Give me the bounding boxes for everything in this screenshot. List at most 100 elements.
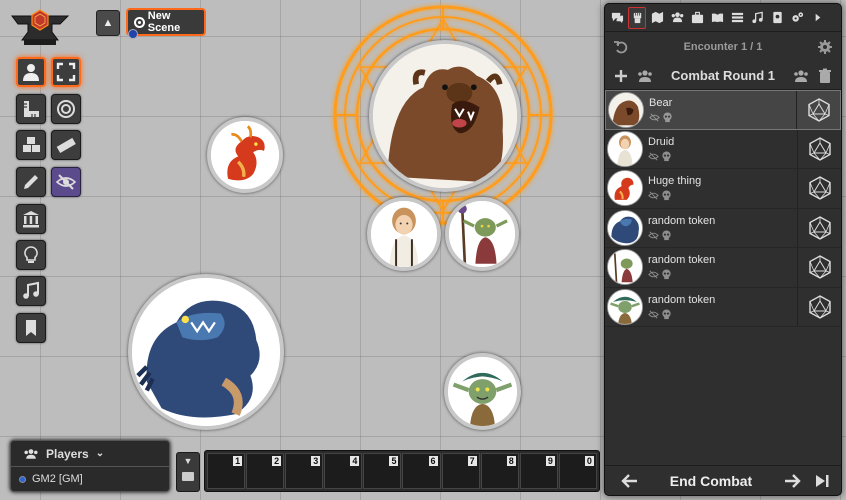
macro-slot[interactable]: 4 bbox=[324, 453, 363, 489]
tab-actors[interactable] bbox=[668, 7, 686, 29]
circle-template-button[interactable] bbox=[51, 94, 81, 124]
macro-slot[interactable]: 9 bbox=[519, 453, 558, 489]
roll-initiative-d20-icon[interactable] bbox=[796, 91, 840, 129]
token-controls-button[interactable] bbox=[16, 57, 46, 87]
caret-right-icon bbox=[815, 13, 820, 22]
th-list-icon bbox=[731, 12, 743, 23]
combatant-row[interactable]: Huge thing bbox=[605, 169, 841, 209]
ruler-tool-button[interactable] bbox=[51, 130, 81, 160]
notes-controls-button[interactable] bbox=[16, 313, 46, 343]
macro-slot[interactable]: 7 bbox=[441, 453, 480, 489]
combatant-portrait bbox=[607, 170, 643, 207]
macro-slot[interactable]: 3 bbox=[285, 453, 324, 489]
eye-slash-icon[interactable] bbox=[648, 230, 659, 241]
skull-icon[interactable] bbox=[661, 269, 672, 280]
undo-icon[interactable] bbox=[613, 39, 629, 55]
lighting-controls-button[interactable] bbox=[16, 240, 46, 270]
skull-icon[interactable] bbox=[661, 309, 672, 320]
drawing-controls-button[interactable] bbox=[16, 167, 46, 197]
tab-items[interactable] bbox=[688, 7, 706, 29]
folder-icon[interactable] bbox=[182, 472, 194, 481]
tab-journal[interactable] bbox=[708, 7, 726, 29]
comments-icon bbox=[611, 12, 623, 24]
select-tool-button[interactable] bbox=[51, 57, 81, 87]
players-list[interactable]: Players ⌄ GM2 [GM] bbox=[10, 440, 170, 492]
combatant-portrait bbox=[607, 288, 643, 325]
goblin-token[interactable] bbox=[444, 353, 521, 430]
plus-icon[interactable] bbox=[613, 68, 629, 84]
next-turn-button[interactable] bbox=[779, 468, 805, 494]
combatant-row[interactable]: Druid bbox=[605, 129, 841, 169]
eye-slash-icon[interactable] bbox=[649, 112, 660, 123]
macro-slot[interactable]: 5 bbox=[363, 453, 402, 489]
tab-combat[interactable] bbox=[628, 6, 646, 29]
roll-initiative-d20-icon[interactable] bbox=[797, 169, 841, 208]
huge-thing-token[interactable] bbox=[128, 274, 284, 430]
roll-initiative-d20-icon[interactable] bbox=[797, 129, 841, 168]
bookmark-icon bbox=[26, 320, 36, 336]
music-icon bbox=[23, 281, 39, 299]
macro-hotbar: 1 2 3 4 5 6 7 8 9 0 bbox=[204, 450, 600, 492]
end-combat-button[interactable]: End Combat bbox=[670, 473, 752, 489]
next-round-button[interactable] bbox=[809, 468, 835, 494]
eye-slash-icon[interactable] bbox=[648, 309, 659, 320]
tile-controls-button[interactable] bbox=[16, 130, 46, 160]
druid-token[interactable] bbox=[367, 197, 441, 271]
scene-tab-new-scene[interactable]: New Scene bbox=[126, 8, 206, 36]
users-cog-icon[interactable] bbox=[637, 68, 653, 84]
macro-slot[interactable]: 0 bbox=[558, 453, 597, 489]
combatant-row[interactable]: Bear bbox=[605, 90, 841, 130]
tab-scenes[interactable] bbox=[648, 7, 666, 29]
skull-icon[interactable] bbox=[662, 112, 673, 123]
players-title: Players bbox=[46, 446, 89, 461]
arrow-right-icon bbox=[784, 473, 801, 488]
combatant-row[interactable]: random token bbox=[605, 287, 841, 327]
gear-icon[interactable] bbox=[817, 39, 833, 55]
measurement-controls-button[interactable] bbox=[16, 94, 46, 124]
cogs-icon bbox=[791, 12, 803, 22]
users-icon bbox=[24, 448, 38, 459]
combatant-row[interactable]: random token bbox=[605, 208, 841, 248]
combatant-row[interactable]: random token bbox=[605, 248, 841, 288]
map-icon bbox=[651, 11, 663, 24]
macro-slot[interactable]: 6 bbox=[402, 453, 441, 489]
tab-tables[interactable] bbox=[728, 7, 746, 29]
previous-turn-button[interactable] bbox=[617, 468, 643, 494]
macro-slot[interactable]: 2 bbox=[246, 453, 285, 489]
skull-icon[interactable] bbox=[661, 190, 672, 201]
foundry-logo[interactable] bbox=[10, 6, 70, 48]
tab-chat[interactable] bbox=[608, 7, 626, 29]
fist-raised-icon bbox=[633, 12, 641, 24]
combatant-name: Bear bbox=[649, 96, 673, 109]
tab-playlists[interactable] bbox=[748, 7, 766, 29]
eye-slash-icon[interactable] bbox=[648, 269, 659, 280]
eye-slash-icon[interactable] bbox=[648, 151, 659, 162]
sidebar: Encounter 1 / 1 Combat Round 1 Bear Drui… bbox=[604, 3, 842, 496]
tab-compendium[interactable] bbox=[768, 7, 786, 29]
toggle-vision-button[interactable] bbox=[51, 167, 81, 197]
tab-collapse[interactable] bbox=[808, 7, 826, 29]
eye-slash-icon[interactable] bbox=[648, 190, 659, 201]
target-icon bbox=[134, 16, 145, 28]
sidebar-tabs bbox=[605, 4, 841, 32]
bear-token[interactable] bbox=[369, 40, 521, 192]
players-header[interactable]: Players ⌄ bbox=[11, 441, 169, 467]
users-icon[interactable] bbox=[793, 68, 809, 84]
wall-controls-button[interactable] bbox=[16, 204, 46, 234]
goblin-shaman-token[interactable] bbox=[445, 197, 519, 271]
roll-initiative-d20-icon[interactable] bbox=[797, 287, 841, 326]
caret-down-icon[interactable]: ▼ bbox=[177, 456, 199, 466]
tab-settings[interactable] bbox=[788, 7, 806, 29]
skull-icon[interactable] bbox=[661, 230, 672, 241]
roll-initiative-d20-icon[interactable] bbox=[797, 208, 841, 247]
red-dragon-token[interactable] bbox=[207, 117, 283, 193]
hotbar-directory[interactable]: ▼ bbox=[176, 452, 200, 492]
scene-navigation-toggle[interactable]: ▲ bbox=[96, 10, 120, 36]
music-icon bbox=[751, 11, 763, 24]
roll-initiative-d20-icon[interactable] bbox=[797, 248, 841, 287]
skull-icon[interactable] bbox=[661, 151, 672, 162]
macro-slot[interactable]: 1 bbox=[207, 453, 246, 489]
trash-icon[interactable] bbox=[817, 68, 833, 84]
sound-controls-button[interactable] bbox=[16, 276, 46, 306]
macro-slot[interactable]: 8 bbox=[480, 453, 519, 489]
